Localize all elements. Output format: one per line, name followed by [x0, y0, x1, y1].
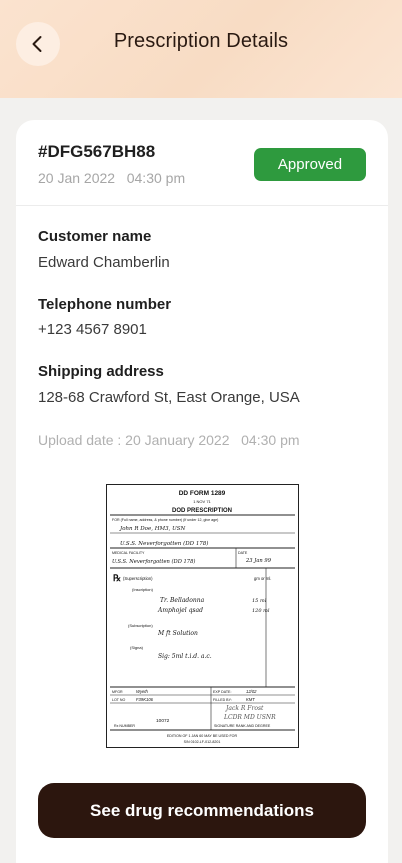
rx-form-date: 1 NOV 71 [193, 499, 211, 504]
prescription-card: #DFG567BH88 20 Jan 2022 04:30 pm Approve… [16, 120, 388, 863]
rx-exp: 12/02 [246, 689, 257, 694]
shipping-address-value: 128-68 Crawford St, East Orange, USA [38, 389, 300, 406]
rx-lot-label: LOT NO [112, 698, 126, 702]
rx-mfgr-label: MFGR [112, 690, 123, 694]
see-drug-recommendations-button[interactable]: See drug recommendations [38, 783, 366, 838]
rx-symbol: ℞ [113, 573, 121, 583]
rx-drug2-amount: 120 ml [252, 608, 270, 614]
rx-patient-unit: U.S.S. Neverforgotten (DD 178) [120, 540, 208, 547]
rx-facility: U.S.S. Neverforgotten (DD 178) [112, 558, 195, 565]
rx-inscription: (Inscription) [132, 587, 154, 592]
rx-patient: John R Doe, HM3, USN [119, 526, 186, 532]
order-date: 20 Jan 2022 04:30 pm [38, 170, 186, 186]
rx-title: DOD PRESCRIPTION [172, 508, 232, 514]
page-title: Prescription Details [113, 30, 289, 52]
rx-sn: S/N 0102-LF-012-8201 [184, 740, 221, 744]
rx-form-no: DD FORM 1289 [179, 490, 226, 497]
rx-drug1: Tr. Belladonna [160, 597, 205, 604]
shipping-address-label: Shipping address [38, 363, 164, 380]
rx-signa: (Signa) [130, 645, 144, 650]
divider [16, 205, 388, 206]
rx-exp-label: EXP DATE: [213, 690, 231, 694]
rx-number-label: Rx NUMBER [114, 724, 135, 728]
upload-date: Upload date : 20 January 2022 04:30 pm [38, 432, 300, 448]
customer-name-value: Edward Chamberlin [38, 254, 170, 271]
rx-number: 10072 [156, 718, 170, 724]
rx-signature-label: SIGNATURE RANK AND DEGREE [214, 724, 271, 728]
rx-edition: EDITION OF 1 JAN 60 MAY BE USED FOR [167, 734, 238, 738]
header-bar: Prescription Details [0, 0, 402, 98]
rx-lot: F39K106 [136, 697, 154, 702]
rx-facility-label: MEDICAL FACILITY [112, 551, 145, 555]
order-id: #DFG567BH88 [38, 142, 156, 161]
rx-filled: KMT [246, 697, 255, 702]
rx-units: gm or ml. [254, 576, 271, 581]
rx-subscription-text: M ft Solution [157, 630, 198, 637]
telephone-value: +123 4567 8901 [38, 321, 147, 338]
rx-subscription: (Subscription) [128, 623, 153, 628]
prescription-image[interactable]: DD FORM 1289 1 NOV 71 DOD PRESCRIPTION F… [106, 484, 299, 748]
rx-signature: Jack R Frost [224, 705, 264, 712]
rx-mfgr: Wyeth [136, 689, 149, 694]
rx-date: 23 Jan 99 [245, 558, 272, 564]
rx-rank: LCDR MD USNR [223, 714, 276, 721]
rx-filled-label: FILLED BY: [213, 698, 232, 702]
rx-superscription: (Superscription) [123, 576, 153, 581]
customer-name-label: Customer name [38, 228, 152, 245]
rx-for-label: FOR (Full name, address, & phone number)… [112, 518, 218, 522]
telephone-label: Telephone number [38, 296, 172, 313]
rx-drug2: Amphojel qsad [157, 607, 203, 614]
status-badge: Approved [254, 148, 366, 181]
rx-signa-text: Sig: 5ml t.i.d. a.c. [158, 653, 212, 660]
rx-drug1-amount: 15 ml [252, 598, 267, 604]
rx-date-label: DATE [238, 551, 248, 555]
